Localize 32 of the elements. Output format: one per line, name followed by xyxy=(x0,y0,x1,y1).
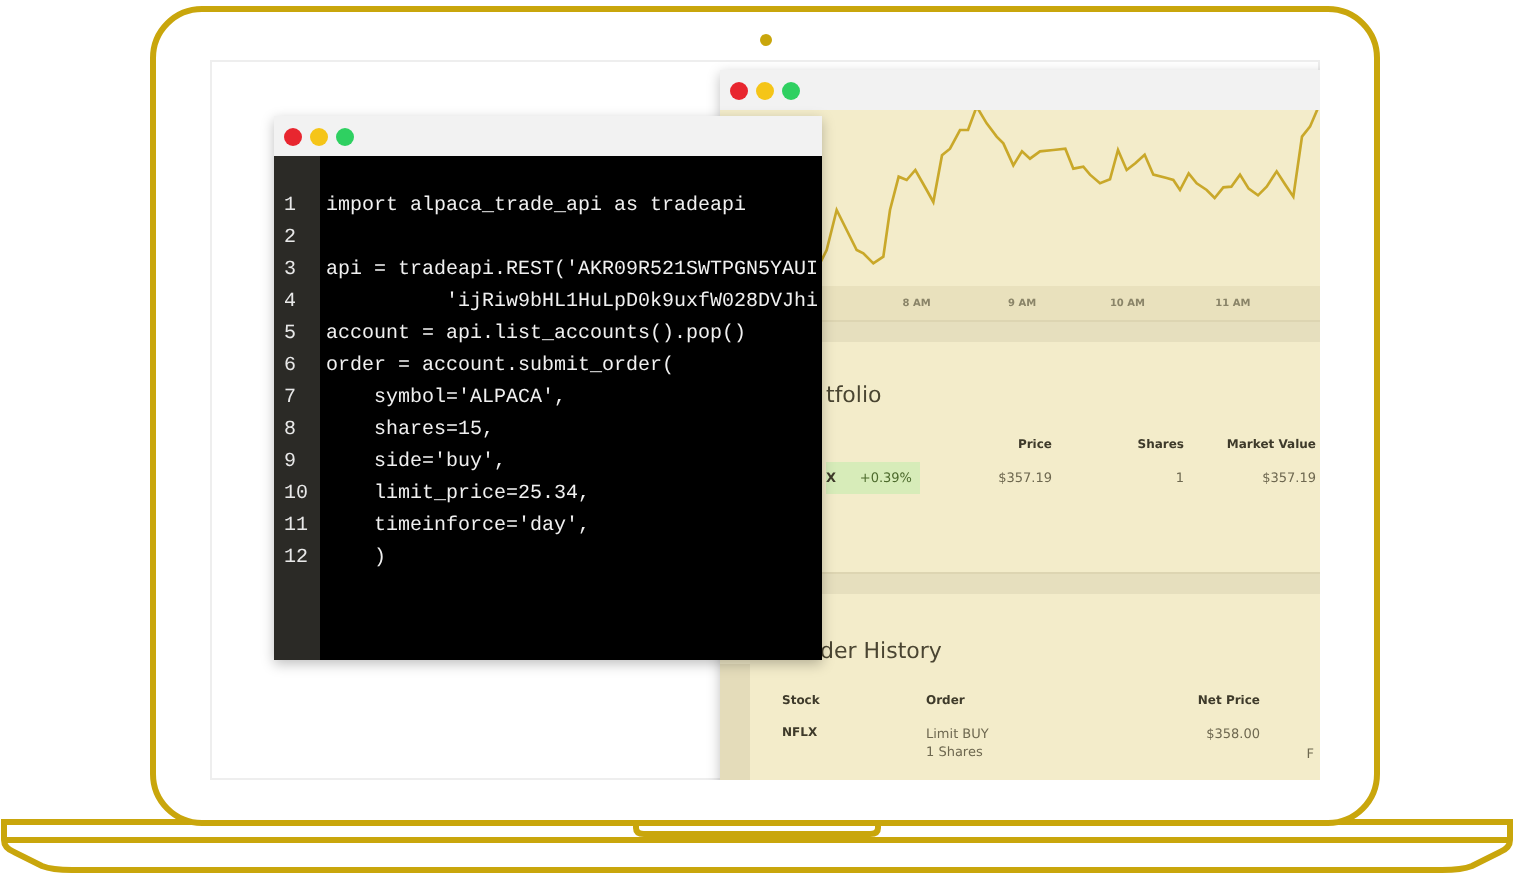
camera-dot xyxy=(760,34,772,46)
line-number: 10 xyxy=(282,483,309,505)
line-number: 3 xyxy=(282,259,297,281)
code-line: timeinforce='day', xyxy=(372,515,591,537)
line-number: 11 xyxy=(282,515,309,537)
code-line: order = account.submit_order( xyxy=(326,355,675,377)
line-number: 2 xyxy=(282,227,297,249)
line-number: 7 xyxy=(282,387,297,409)
code-line: shares=15, xyxy=(372,419,495,441)
code-line: limit_price=25.34, xyxy=(372,483,591,505)
code-line: account = api.list_accounts().pop() xyxy=(326,323,747,345)
line-number: 5 xyxy=(282,323,297,345)
maximize-dot[interactable] xyxy=(782,81,800,99)
close-dot[interactable] xyxy=(730,81,748,99)
minimize-dot[interactable] xyxy=(756,81,774,99)
code-line: side='buy', xyxy=(372,451,507,473)
line-number: 4 xyxy=(282,291,297,313)
code-line: 'ijRiw9bHL1HuLpD0k9uxfW028DVJhi xyxy=(444,291,819,313)
section-heading: tfolio xyxy=(824,382,884,408)
code-line: symbol='ALPACA', xyxy=(372,387,567,409)
minimize-dot[interactable] xyxy=(310,127,328,145)
code-line: import alpaca_trade_api as tradeapi xyxy=(326,195,747,217)
line-number: 8 xyxy=(282,419,297,441)
code-line: api = tradeapi.REST('AKR09R521SWTPGN5YAUI xyxy=(326,259,819,281)
line-number: 12 xyxy=(282,547,309,569)
code-line: ) xyxy=(372,547,387,569)
section-heading: der History xyxy=(818,638,944,664)
line-number: 6 xyxy=(282,355,297,377)
line-number: 9 xyxy=(282,451,297,473)
line-number: 1 xyxy=(282,195,297,217)
close-dot[interactable] xyxy=(284,127,302,145)
maximize-dot[interactable] xyxy=(336,127,354,145)
